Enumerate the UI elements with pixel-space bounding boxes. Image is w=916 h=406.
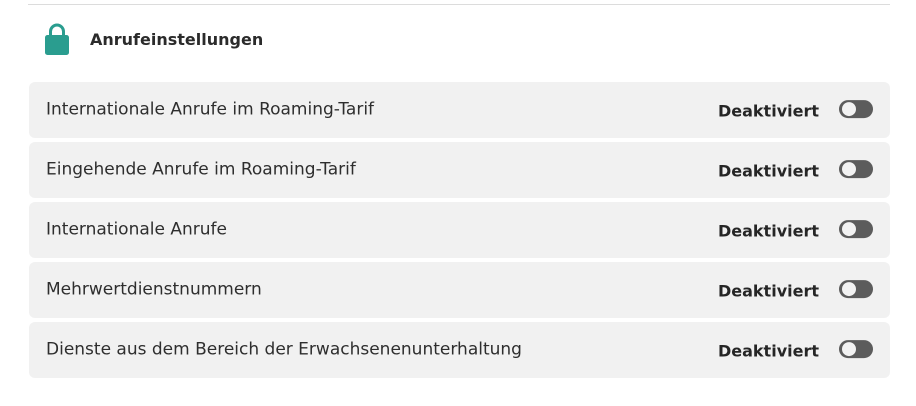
setting-label: Mehrwertdienstnummern bbox=[46, 279, 262, 300]
toggle-switch[interactable] bbox=[839, 340, 873, 359]
setting-status: Deaktiviert bbox=[717, 101, 819, 121]
setting-row-premium-numbers: Mehrwertdienstnummern Deaktiviert bbox=[29, 262, 890, 318]
call-settings-list: Internationale Anrufe im Roaming-Tarif D… bbox=[29, 82, 890, 382]
setting-row-international-roaming: Internationale Anrufe im Roaming-Tarif D… bbox=[29, 82, 890, 138]
toggle-switch[interactable] bbox=[839, 160, 873, 179]
toggle-knob bbox=[842, 162, 856, 177]
setting-label: Internationale Anrufe bbox=[46, 219, 227, 240]
toggle-switch[interactable] bbox=[839, 100, 873, 119]
setting-status: Deaktiviert bbox=[717, 281, 819, 301]
toggle-knob bbox=[842, 282, 856, 297]
setting-status: Deaktiviert bbox=[717, 221, 819, 241]
setting-status: Deaktiviert bbox=[717, 341, 819, 361]
setting-label: Eingehende Anrufe im Roaming-Tarif bbox=[46, 159, 356, 180]
setting-label: Dienste aus dem Bereich der Erwachsenenu… bbox=[46, 339, 522, 360]
toggle-switch[interactable] bbox=[839, 280, 873, 299]
lock-icon bbox=[44, 22, 70, 56]
section-header: Anrufeinstellungen bbox=[44, 22, 263, 56]
toggle-knob bbox=[842, 102, 856, 117]
setting-row-adult-entertainment: Dienste aus dem Bereich der Erwachsenenu… bbox=[29, 322, 890, 378]
setting-status: Deaktiviert bbox=[717, 161, 819, 181]
section-title: Anrufeinstellungen bbox=[90, 29, 264, 49]
toggle-switch[interactable] bbox=[839, 220, 873, 239]
setting-row-international-calls: Internationale Anrufe Deaktiviert bbox=[29, 202, 890, 258]
toggle-knob bbox=[842, 342, 856, 357]
setting-row-incoming-roaming: Eingehende Anrufe im Roaming-Tarif Deakt… bbox=[29, 142, 890, 198]
setting-label: Internationale Anrufe im Roaming-Tarif bbox=[46, 99, 375, 120]
top-divider bbox=[28, 4, 890, 5]
toggle-knob bbox=[842, 222, 856, 237]
